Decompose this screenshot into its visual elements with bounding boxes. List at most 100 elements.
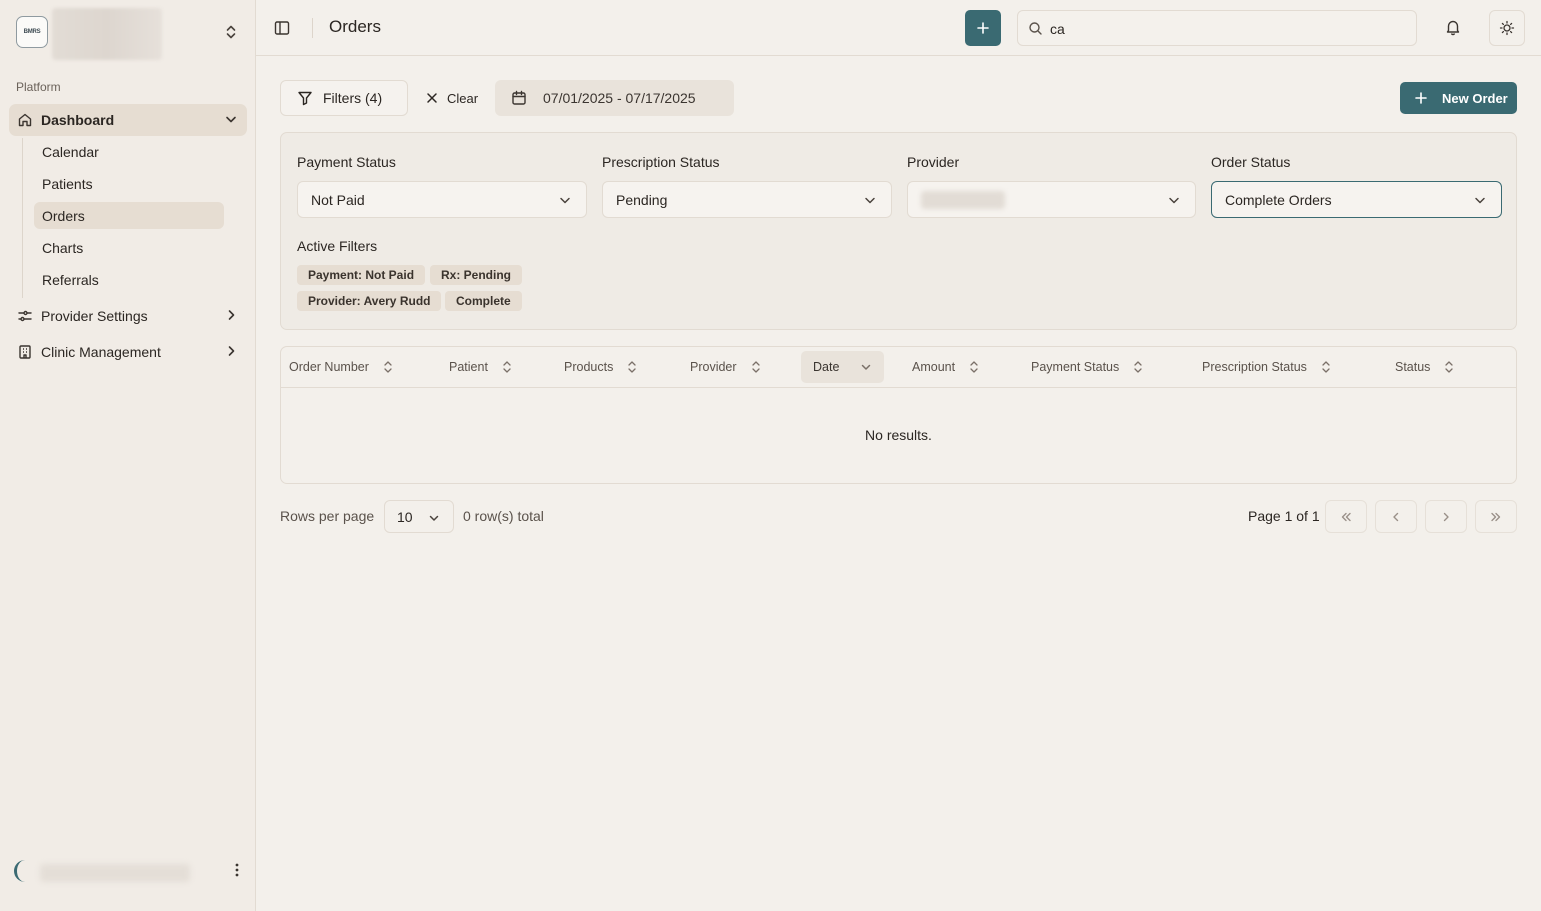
column-header-provider[interactable]: Provider [690,351,761,383]
prescription-status-label: Prescription Status [602,154,720,170]
first-page-button[interactable] [1325,500,1367,533]
filter-chip-status: Complete [445,291,522,311]
sidebar-toggle-icon[interactable] [273,19,291,37]
next-page-button[interactable] [1425,500,1467,533]
order-status-value: Complete Orders [1225,191,1332,208]
sun-icon [1499,20,1515,36]
column-label: Status [1395,360,1431,374]
empty-state-text: No results. [865,427,932,443]
page-title: Orders [329,17,381,36]
chevron-down-icon [863,193,877,207]
user-name-redacted [40,864,190,882]
sidebar-item-orders[interactable]: Orders [34,202,224,229]
chevron-down-icon [224,112,238,126]
sort-desc-icon [846,361,872,373]
search-icon [1028,21,1043,36]
user-account-menu[interactable] [14,854,244,888]
chevrons-left-icon [1339,510,1353,524]
chevron-left-icon [1389,510,1403,524]
plus-icon [1414,91,1442,105]
column-header-prescription-status[interactable]: Prescription Status [1202,351,1331,383]
active-filters-label: Active Filters [297,238,378,254]
rows-per-page-select[interactable]: 10 [384,500,454,533]
sidebar-item-label: Referrals [42,271,99,288]
sort-icon [1119,360,1143,374]
sidebar-item-label: Charts [42,239,84,256]
chevrons-up-down-icon [224,24,238,40]
sort-icon [955,360,979,374]
payment-status-label: Payment Status [297,154,396,170]
dashboard-subnav: Calendar Patients Orders Charts Referral… [22,138,242,298]
date-range-picker[interactable]: 07/01/2025 - 07/17/2025 [495,80,734,116]
sidebar-item-label: Calendar [42,143,99,160]
sidebar-item-label: Provider Settings [41,308,148,324]
chevrons-right-icon [1489,510,1503,524]
chevron-down-icon [1473,193,1487,207]
rows-per-page-label: Rows per page [280,508,375,524]
column-label: Date [813,360,840,374]
search-input[interactable] [1050,18,1390,40]
sort-icon [1307,360,1331,374]
filter-chip-payment: Payment: Not Paid [297,265,426,285]
payment-status-select[interactable]: Not Paid [297,181,587,218]
sliders-icon [17,308,33,324]
bell-icon[interactable] [1444,18,1462,36]
previous-page-button[interactable] [1375,500,1417,533]
table-header: Order Number Patient Products Provider D… [281,347,1516,388]
chevron-right-icon [224,308,238,322]
more-vertical-icon[interactable] [234,862,240,878]
column-header-status[interactable]: Status [1395,351,1454,383]
new-order-label: New Order [1442,90,1508,106]
column-header-products[interactable]: Products [564,351,637,383]
sidebar-item-charts[interactable]: Charts [34,234,224,261]
provider-select[interactable] [907,181,1196,218]
column-header-amount[interactable]: Amount [912,351,979,383]
building-icon [17,344,33,360]
order-status-select[interactable]: Complete Orders [1211,181,1502,218]
sidebar-item-calendar[interactable]: Calendar [34,138,224,165]
calendar-icon [511,90,543,106]
theme-toggle-button[interactable] [1489,10,1525,46]
filter-icon [297,90,323,106]
sort-icon [737,360,761,374]
column-label: Order Number [289,360,369,374]
sidebar-item-patients[interactable]: Patients [34,170,224,197]
avatar [14,860,36,882]
sort-icon [613,360,637,374]
order-status-label: Order Status [1211,154,1291,170]
column-header-date[interactable]: Date [801,351,884,383]
chevron-down-icon [1167,193,1181,207]
sidebar-item-dashboard[interactable]: Dashboard [9,104,247,136]
sort-icon [488,360,512,374]
filter-chip-provider: Provider: Avery Rudd [297,291,442,311]
home-icon [17,112,33,128]
plus-icon [976,21,990,35]
sidebar-item-referrals[interactable]: Referrals [34,266,224,293]
new-order-button[interactable]: New Order [1400,82,1517,114]
prescription-status-select[interactable]: Pending [602,181,892,218]
top-bar: Orders [256,0,1541,56]
column-header-order-number[interactable]: Order Number [289,351,393,383]
quick-add-button[interactable] [965,10,1001,46]
sidebar-item-label: Patients [42,175,93,192]
column-label: Payment Status [1031,360,1120,374]
sidebar-item-label: Orders [42,207,85,224]
page-indicator: Page 1 of 1 [1248,508,1320,524]
column-label: Amount [912,360,956,374]
clear-filters-button[interactable]: Clear [418,80,490,116]
column-header-payment-status[interactable]: Payment Status [1031,351,1143,383]
sidebar-item-provider-settings[interactable]: Provider Settings [9,300,247,332]
clear-label: Clear [447,90,479,106]
chevron-right-icon [1439,510,1453,524]
org-switcher[interactable]: BMRS [16,8,240,60]
sidebar-item-label: Dashboard [41,112,115,128]
sidebar-item-clinic-management[interactable]: Clinic Management [9,336,247,368]
sort-icon [369,360,393,374]
section-label-platform: Platform [16,80,61,94]
payment-status-value: Not Paid [311,191,365,208]
filters-button[interactable]: Filters (4) [280,80,408,116]
sort-icon [1430,360,1454,374]
last-page-button[interactable] [1475,500,1517,533]
filters-label: Filters (4) [323,90,383,106]
column-header-patient[interactable]: Patient [449,351,512,383]
